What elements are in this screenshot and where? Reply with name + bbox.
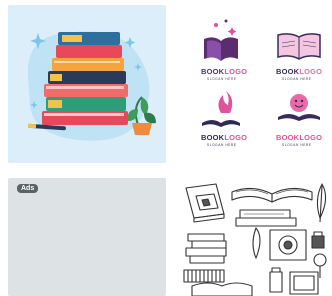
logo-wordmark: BOOKLOGO bbox=[276, 133, 322, 142]
logo-wordmark: BOOKLOGO bbox=[201, 67, 247, 76]
logo-word-logo: LOGO bbox=[299, 67, 323, 76]
logo-slogan: SLOGAN HERE bbox=[282, 77, 312, 81]
book-logo-tile[interactable]: BOOKLOGO SLOGAN HERE BOOKLOGO SLOGAN HER… bbox=[174, 5, 332, 163]
book-sketch-image bbox=[183, 183, 327, 296]
book-stack-tile[interactable] bbox=[8, 5, 166, 163]
logo-word-book: BOOK bbox=[201, 133, 225, 142]
logo-word-logo: LOGO bbox=[299, 133, 323, 142]
logo-wordmark: BOOKLOGO bbox=[276, 67, 322, 76]
ad-tile[interactable]: Ads bbox=[8, 178, 166, 296]
logo-word-logo: LOGO bbox=[224, 133, 248, 142]
logo-word-book: BOOK bbox=[201, 67, 225, 76]
logo-slogan: SLOGAN HERE bbox=[207, 143, 237, 147]
ads-badge: Ads bbox=[17, 184, 39, 193]
logo-wordmark: BOOKLOGO bbox=[201, 133, 247, 142]
logo-word-logo: LOGO bbox=[224, 67, 248, 76]
book-stack-image bbox=[27, 31, 156, 141]
logo-slogan: SLOGAN HERE bbox=[282, 143, 312, 147]
logo-word-book: BOOK bbox=[276, 133, 300, 142]
book-sketch-tile[interactable] bbox=[174, 178, 332, 296]
logo-word-book: BOOK bbox=[276, 67, 300, 76]
logo-slogan: SLOGAN HERE bbox=[207, 77, 237, 81]
